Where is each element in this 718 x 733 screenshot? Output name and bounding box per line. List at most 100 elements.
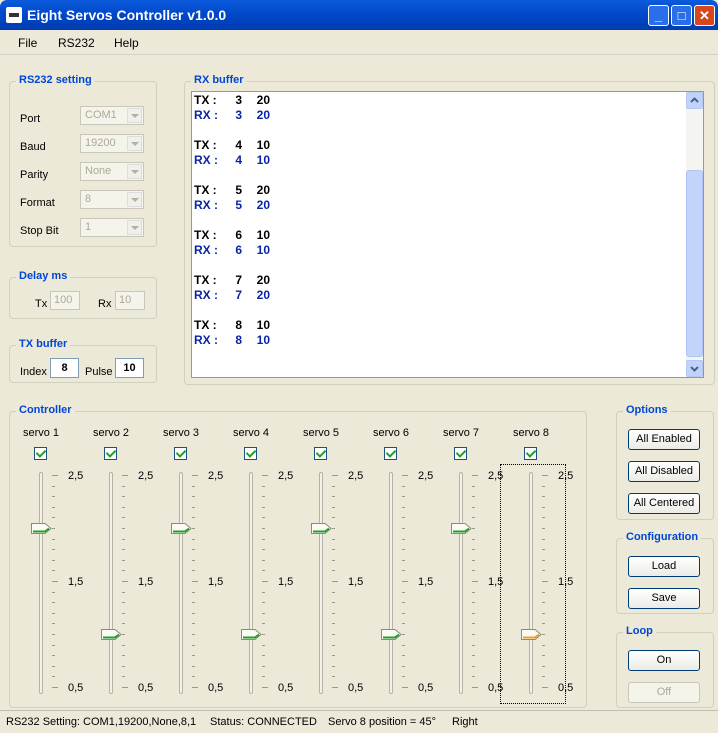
all-centered-button[interactable]: All Centered — [628, 493, 700, 514]
tick-mark — [262, 549, 265, 550]
tick-mark — [472, 539, 475, 540]
servo-enable-checkbox[interactable] — [174, 447, 187, 460]
servo-enable-checkbox[interactable] — [244, 447, 257, 460]
scroll-thumb[interactable] — [686, 170, 703, 357]
rx-buffer-textbox[interactable]: TX : 3 20 RX : 3 20 TX : 4 10 RX : 4 10 TX : 5 20 RX : 5… — [191, 91, 704, 378]
servo-name: servo 1 — [22, 427, 60, 439]
scale-mid-label: 1,5 — [348, 576, 364, 588]
minimize-button[interactable]: _ — [648, 5, 669, 26]
port-select[interactable]: COM1 — [80, 106, 144, 125]
servo-enable-checkbox[interactable] — [524, 447, 537, 460]
maximize-button[interactable]: □ — [671, 5, 692, 26]
tick-mark — [192, 507, 195, 508]
format-select[interactable]: 8 — [80, 190, 144, 209]
rx-scrollbar[interactable] — [686, 92, 703, 377]
servo-name: servo 5 — [302, 427, 340, 439]
parity-value: None — [85, 165, 112, 177]
tick-mark — [332, 517, 335, 518]
port-label: Port — [20, 113, 41, 125]
tick-mark — [262, 634, 265, 635]
controller-label: Controller — [16, 404, 75, 416]
menu-help[interactable]: Help — [114, 36, 139, 50]
rx-delay-input[interactable]: 10 — [115, 291, 145, 310]
tick-mark — [332, 613, 335, 614]
tick-mark — [122, 475, 128, 476]
servo-slider-track[interactable] — [109, 472, 113, 694]
slider-ticks — [122, 475, 128, 691]
tick-mark — [52, 507, 55, 508]
servo-slider-thumb[interactable] — [381, 629, 402, 640]
tick-mark — [52, 623, 55, 624]
tick-mark — [192, 528, 195, 529]
tick-mark — [52, 475, 58, 476]
tick-mark — [122, 602, 125, 603]
baud-select[interactable]: 19200 — [80, 134, 144, 153]
servo-enable-checkbox[interactable] — [314, 447, 327, 460]
servo-slider-thumb[interactable] — [171, 523, 192, 534]
rx-delay-label: Rx — [98, 298, 112, 310]
line-servo: 8 — [235, 333, 242, 347]
line-servo: 3 — [235, 108, 242, 122]
pulse-input[interactable]: 10 — [115, 358, 144, 378]
servo-slider-thumb[interactable] — [31, 523, 52, 534]
tick-mark — [52, 676, 55, 677]
all-disabled-button[interactable]: All Disabled — [628, 461, 700, 482]
scroll-up-button[interactable] — [686, 92, 703, 109]
tick-mark — [472, 623, 475, 624]
slider-ticks — [262, 475, 268, 691]
servo-enable-checkbox[interactable] — [34, 447, 47, 460]
scale-mid-label: 1,5 — [418, 576, 434, 588]
parity-select[interactable]: None — [80, 162, 144, 181]
servo-slider-thumb[interactable] — [311, 523, 332, 534]
servo-enable-checkbox[interactable] — [454, 447, 467, 460]
loop-label: Loop — [623, 625, 656, 637]
title-bar[interactable]: Eight Servos Controller v1.0.0 _ □ ✕ — [0, 0, 718, 30]
tick-mark — [262, 592, 265, 593]
rx-buffer-line: TX : 8 10 — [194, 318, 684, 333]
servo-slider-track[interactable] — [389, 472, 393, 694]
servo-slider-thumb[interactable] — [101, 629, 122, 640]
tick-mark — [192, 676, 195, 677]
line-servo: 7 — [235, 273, 242, 287]
scale-bottom-label: 0,5 — [208, 682, 224, 694]
servo-enable-checkbox[interactable] — [104, 447, 117, 460]
servo-slider-thumb[interactable] — [451, 523, 472, 534]
tick-mark — [332, 645, 335, 646]
index-input[interactable]: 8 — [50, 358, 79, 378]
scroll-down-button[interactable] — [686, 360, 703, 377]
menu-file[interactable]: File — [18, 36, 37, 50]
tick-mark — [192, 592, 195, 593]
line-kind: TX : — [194, 273, 217, 287]
scale-bottom-label: 0,5 — [138, 682, 154, 694]
servo-enable-checkbox[interactable] — [384, 447, 397, 460]
tick-mark — [402, 676, 405, 677]
slider-ticks — [332, 475, 338, 691]
servo-slider-track[interactable] — [319, 472, 323, 694]
close-button[interactable]: ✕ — [694, 5, 715, 26]
rx-buffer-line — [194, 168, 684, 183]
slider-ticks — [52, 475, 58, 691]
tick-mark — [52, 687, 58, 688]
tick-mark — [472, 602, 475, 603]
loop-off-button[interactable]: Off — [628, 682, 700, 703]
menu-rs232[interactable]: RS232 — [58, 36, 95, 50]
rx-buffer-line: TX : 3 20 — [194, 93, 684, 108]
load-button[interactable]: Load — [628, 556, 700, 577]
tick-mark — [472, 496, 475, 497]
servo-slider-track[interactable] — [459, 472, 463, 694]
tick-mark — [192, 560, 195, 561]
servo-slider-thumb[interactable] — [241, 629, 262, 640]
all-enabled-button[interactable]: All Enabled — [628, 429, 700, 450]
tx-delay-input[interactable]: 100 — [50, 291, 80, 310]
servo-slider-track[interactable] — [179, 472, 183, 694]
tick-mark — [472, 666, 475, 667]
line-kind: TX : — [194, 228, 217, 242]
servo-slider-track[interactable] — [249, 472, 253, 694]
tick-mark — [472, 475, 478, 476]
scale-top-label: 2,5 — [418, 470, 434, 482]
loop-on-button[interactable]: On — [628, 650, 700, 671]
servo-slider-track[interactable] — [39, 472, 43, 694]
save-button[interactable]: Save — [628, 588, 700, 609]
stop-bit-select[interactable]: 1 — [80, 218, 144, 237]
tick-mark — [192, 475, 198, 476]
